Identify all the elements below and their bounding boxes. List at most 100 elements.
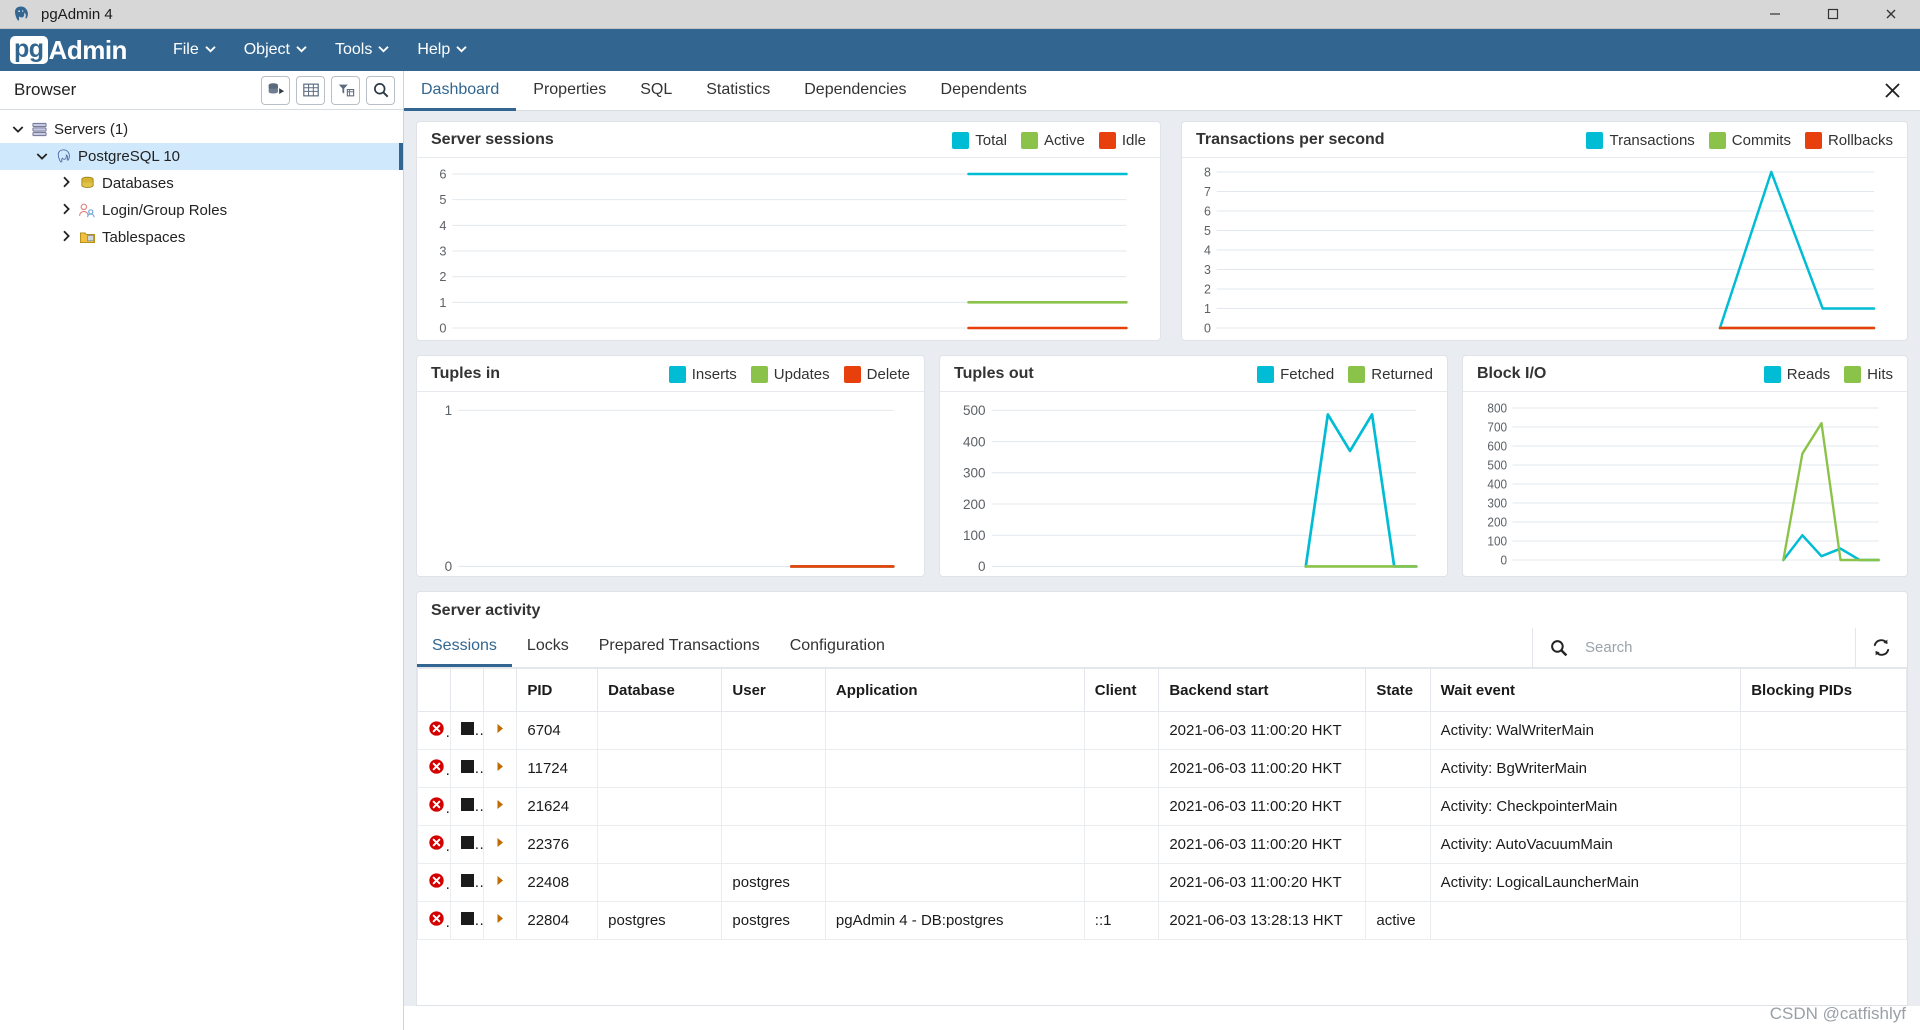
svg-text:2: 2 [1204, 281, 1211, 296]
legend-entry-hits[interactable]: Hits [1844, 365, 1893, 383]
tab-sql[interactable]: SQL [623, 71, 689, 111]
tree-node-postgresql-10[interactable]: PostgreSQL 10 [0, 143, 403, 170]
chevron-down-icon[interactable] [8, 122, 28, 137]
legend-entry-reads[interactable]: Reads [1763, 365, 1830, 383]
menu-tools[interactable]: Tools [321, 35, 403, 65]
terminate-session-button[interactable] [450, 749, 485, 788]
table-row[interactable]: 11724 2021-06-03 11:00:20 HKT Activity: Bg… [417, 749, 1907, 788]
tab-locks[interactable]: Locks [512, 628, 584, 667]
table-row[interactable]: 21624 2021-06-03 11:00:20 HKT Activity: Ch… [417, 787, 1907, 826]
legend-entry-idle[interactable]: Idle [1098, 131, 1146, 149]
tab-dashboard[interactable]: Dashboard [404, 71, 517, 111]
col-user: User [721, 668, 826, 712]
object-tree[interactable]: Servers (1) PostgreSQL 10 Databases Logi… [0, 110, 403, 1030]
legend-entry-fetched[interactable]: Fetched [1257, 365, 1334, 383]
legend-entry-updates[interactable]: Updates [750, 365, 830, 383]
search-input[interactable] [1585, 639, 1855, 656]
tree-node-servers[interactable]: Servers (1) [0, 116, 403, 143]
cancel-query-button[interactable] [417, 825, 452, 864]
tree-label-login-group-roles: Login/Group Roles [102, 202, 228, 219]
maximize-button[interactable] [1804, 0, 1862, 29]
cancel-query-button[interactable] [417, 711, 452, 750]
tab-prepared-transactions[interactable]: Prepared Transactions [584, 628, 775, 667]
terminate-session-button[interactable] [450, 787, 485, 826]
expand-row-icon [497, 876, 503, 885]
menu-file[interactable]: File [159, 35, 230, 65]
chevron-right-icon[interactable] [56, 203, 76, 218]
menu-help[interactable]: Help [403, 35, 481, 65]
refresh-icon[interactable] [1855, 627, 1907, 668]
cancel-query-button[interactable] [417, 901, 452, 940]
chevron-right-icon[interactable] [56, 230, 76, 245]
tab-sessions[interactable]: Sessions [417, 628, 512, 667]
legend-entry-transactions[interactable]: Transactions [1586, 131, 1695, 149]
expand-row-button[interactable] [483, 749, 518, 788]
chevron-right-icon[interactable] [56, 176, 76, 191]
terminate-session-button[interactable] [450, 863, 485, 902]
tab-properties[interactable]: Properties [516, 71, 623, 111]
legend-swatch-reads [1763, 365, 1781, 383]
cancel-query-button[interactable] [417, 787, 452, 826]
cancel-query-button[interactable] [417, 749, 452, 788]
cell-state [1365, 825, 1431, 864]
terminate-session-icon[interactable] [461, 722, 475, 735]
table-row[interactable]: 22376 2021-06-03 11:00:20 HKT Activity: Au… [417, 825, 1907, 864]
search-icon[interactable] [1533, 638, 1585, 658]
terminate-session-icon[interactable] [461, 836, 475, 849]
legend-label-returned: Returned [1371, 365, 1433, 383]
expand-row-button[interactable] [483, 787, 518, 826]
svg-text:4: 4 [1204, 242, 1211, 257]
legend-entry-rollbacks[interactable]: Rollbacks [1804, 131, 1893, 149]
expand-row-button[interactable] [483, 863, 518, 902]
card-tuples-in: Tuples in Inserts Updates Delete 0 1 [416, 355, 925, 577]
tree-node-databases[interactable]: Databases [0, 170, 403, 197]
terminate-session-button[interactable] [450, 901, 485, 940]
svg-text:0: 0 [1501, 553, 1508, 568]
legend-entry-returned[interactable]: Returned [1348, 365, 1433, 383]
terminate-session-icon[interactable] [461, 874, 475, 887]
svg-text:5: 5 [439, 192, 446, 207]
terminate-session-icon[interactable] [461, 760, 475, 773]
table-row[interactable]: 22408 postgres 2021-06-03 11:00:20 HKT Acti… [417, 863, 1907, 902]
tab-dependencies[interactable]: Dependencies [787, 71, 923, 111]
chevron-down-icon[interactable] [32, 149, 52, 164]
cell-client [1083, 787, 1160, 826]
expand-row-button[interactable] [483, 901, 518, 940]
legend-swatch-commits [1708, 131, 1726, 149]
tree-node-tablespaces[interactable]: Tablespaces [0, 224, 403, 251]
expand-row-button[interactable] [483, 825, 518, 864]
tree-node-login-group-roles[interactable]: Login/Group Roles [0, 197, 403, 224]
terminate-session-button[interactable] [450, 711, 485, 750]
grid-icon[interactable] [296, 75, 325, 105]
tab-dependents[interactable]: Dependents [924, 71, 1044, 111]
terminate-session-icon[interactable] [461, 912, 475, 925]
cell-blocking-pids [1740, 787, 1907, 826]
legend-entry-total[interactable]: Total [952, 131, 1007, 149]
menu-object[interactable]: Object [230, 35, 321, 65]
legend-entry-active[interactable]: Active [1020, 131, 1085, 149]
chart-tuples-out: 0 100 200 300 400 500 [963, 403, 1418, 574]
sessions-grid[interactable]: PID Database User Application Client Bac… [417, 668, 1907, 1005]
close-tab-button[interactable] [1865, 71, 1920, 110]
browser-header: Browser [0, 71, 403, 110]
legend-swatch-hits [1844, 365, 1862, 383]
close-window-button[interactable] [1862, 0, 1920, 29]
table-row[interactable]: 22804 postgres postgres pgAdmin 4 - DB:post… [417, 901, 1907, 940]
chart-title-server-sessions: Server sessions [431, 131, 554, 148]
object-explorer-icon[interactable] [261, 75, 290, 105]
svg-text:700: 700 [1487, 420, 1507, 435]
tab-statistics[interactable]: Statistics [689, 71, 787, 111]
terminate-session-icon[interactable] [461, 798, 475, 811]
legend-entry-delete[interactable]: Delete [843, 365, 910, 383]
legend-entry-commits[interactable]: Commits [1708, 131, 1791, 149]
legend-entry-inserts[interactable]: Inserts [668, 365, 737, 383]
col-expand [483, 668, 518, 712]
terminate-session-button[interactable] [450, 825, 485, 864]
table-row[interactable]: 6704 2021-06-03 11:00:20 HKT Activity: Wal… [417, 711, 1907, 750]
tab-configuration[interactable]: Configuration [775, 628, 900, 667]
expand-row-button[interactable] [483, 711, 518, 750]
cancel-query-button[interactable] [417, 863, 452, 902]
filter-icon[interactable] [331, 75, 360, 105]
minimize-button[interactable] [1746, 0, 1804, 29]
search-icon[interactable] [366, 75, 395, 105]
